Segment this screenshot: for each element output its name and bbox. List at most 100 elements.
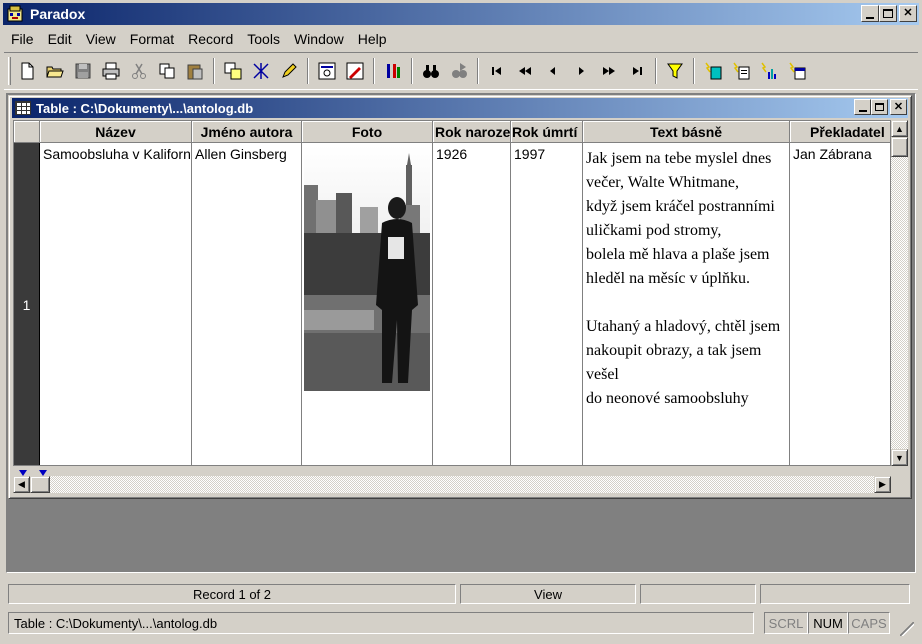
cell-rok-narozeni[interactable]: 1926 — [433, 143, 511, 465]
table-maximize-button[interactable] — [871, 99, 888, 115]
cut-button[interactable] — [127, 59, 151, 83]
quick-chart-icon — [761, 62, 776, 79]
menu-format[interactable]: Format — [123, 31, 181, 47]
main-status-bar: Table : C:\Dokumenty\...\antolog.db SCRL… — [8, 610, 914, 636]
quick-chart-button[interactable] — [757, 59, 781, 83]
toolbar-separator — [213, 58, 215, 84]
design-button[interactable] — [315, 59, 339, 83]
arrow-left-icon: ◀ — [18, 479, 25, 489]
cell-text-basne[interactable]: Jak jsem na tebe myslel dnes večer, Walt… — [583, 143, 790, 465]
menu-window[interactable]: Window — [287, 31, 351, 47]
cell-jmeno-autora[interactable]: Allen Ginsberg — [192, 143, 302, 465]
filter-button[interactable] — [663, 59, 687, 83]
scroll-down-button[interactable]: ▼ — [891, 449, 908, 466]
first-record-icon — [492, 67, 501, 75]
restructure-button[interactable] — [381, 59, 405, 83]
num-lock-indicator: NUM — [808, 612, 848, 634]
save-button[interactable] — [71, 59, 95, 83]
quick-crosstab-icon — [789, 62, 806, 80]
toolbar-separator — [373, 58, 375, 84]
previous-record-icon — [550, 67, 555, 75]
arrow-right-icon: ▶ — [879, 479, 886, 489]
column-header-rok-umrti[interactable]: Rok úmrtí — [511, 121, 583, 143]
quick-report-button[interactable] — [729, 59, 753, 83]
column-header-text-basne[interactable]: Text básně — [583, 121, 790, 143]
caps-lock-indicator: CAPS — [848, 612, 890, 634]
quick-report-icon — [733, 62, 750, 80]
edit-data-button[interactable] — [277, 59, 301, 83]
open-button[interactable] — [43, 59, 67, 83]
scroll-right-button[interactable]: ▶ — [874, 476, 891, 493]
locate-next-icon — [452, 63, 467, 78]
quick-crosstab-button[interactable] — [785, 59, 809, 83]
first-record-button[interactable] — [485, 59, 509, 83]
toolbar-separator — [477, 58, 479, 84]
view-mode: View — [460, 584, 636, 604]
column-header-nazev[interactable]: Název — [40, 121, 192, 143]
new-button[interactable] — [15, 59, 39, 83]
design-form-icon — [318, 62, 336, 80]
app-title: Paradox — [30, 6, 86, 22]
paradox-app-icon[interactable] — [6, 5, 24, 23]
toolbar-separator — [655, 58, 657, 84]
record-marker-icon — [17, 466, 49, 476]
horizontal-scrollbar[interactable]: ◀ ▶ — [13, 476, 891, 493]
next-set-button[interactable] — [597, 59, 621, 83]
vertical-scroll-thumb[interactable] — [891, 137, 908, 157]
cell-prekladatel[interactable]: Jan Zábrana — [790, 143, 890, 465]
resize-grip[interactable] — [900, 622, 914, 636]
next-record-button[interactable] — [569, 59, 593, 83]
quick-form-button[interactable] — [343, 59, 367, 83]
previous-set-button[interactable] — [513, 59, 537, 83]
row-header-corner[interactable] — [14, 121, 40, 143]
menu-edit[interactable]: Edit — [41, 31, 79, 47]
horizontal-scroll-thumb[interactable] — [30, 476, 50, 493]
menu-help[interactable]: Help — [351, 31, 394, 47]
paste-button[interactable] — [183, 59, 207, 83]
menu-file[interactable]: File — [4, 31, 41, 47]
cell-rok-umrti[interactable]: 1997 — [511, 143, 583, 465]
table-window-titlebar[interactable]: Table : C:\Dokumenty\...\antolog.db ✕ — [12, 98, 908, 118]
previous-record-button[interactable] — [541, 59, 565, 83]
cell-foto[interactable] — [302, 143, 433, 465]
printer-icon — [102, 62, 120, 80]
column-header-foto[interactable]: Foto — [302, 121, 433, 143]
row-number[interactable]: 1 — [14, 143, 40, 465]
column-header-rok-narozeni[interactable]: Rok narozen — [433, 121, 511, 143]
toolbar-grip[interactable] — [8, 57, 11, 85]
field-view-button[interactable] — [249, 59, 273, 83]
scroll-up-button[interactable]: ▲ — [891, 120, 908, 137]
copy-to-button[interactable] — [221, 59, 245, 83]
last-record-button[interactable] — [625, 59, 649, 83]
table-close-button[interactable]: ✕ — [890, 99, 907, 115]
minimize-button[interactable] — [861, 5, 879, 22]
menu-tools[interactable]: Tools — [240, 31, 287, 47]
save-disk-icon — [75, 63, 91, 79]
locate-button[interactable] — [419, 59, 443, 83]
column-header-prekladatel[interactable]: Překladatel — [790, 121, 890, 143]
vertical-scrollbar[interactable]: ▲ ▼ — [891, 120, 908, 466]
scroll-left-button[interactable]: ◀ — [13, 476, 30, 493]
minimize-icon — [858, 109, 867, 112]
menu-record[interactable]: Record — [181, 31, 240, 47]
copy-icon — [159, 63, 175, 79]
copy-button[interactable] — [155, 59, 179, 83]
status-panel-empty — [760, 584, 910, 604]
scroll-lock-indicator: SCRL — [764, 612, 808, 634]
print-button[interactable] — [99, 59, 123, 83]
locate-next-button[interactable] — [447, 59, 471, 83]
maximize-button[interactable] — [879, 5, 897, 22]
column-header-jmeno-autora[interactable]: Jméno autora — [192, 121, 302, 143]
table-minimize-button[interactable] — [854, 99, 871, 115]
paste-clipboard-icon — [187, 64, 203, 80]
menu-view[interactable]: View — [79, 31, 123, 47]
table-window-title: Table : C:\Dokumenty\...\antolog.db — [36, 100, 254, 116]
cell-nazev[interactable]: Samoobsluha v Kalifornii — [40, 143, 192, 465]
quick-table-button[interactable] — [701, 59, 725, 83]
filter-funnel-icon — [667, 63, 683, 79]
scissors-icon — [132, 63, 146, 79]
app-titlebar-bar[interactable]: Paradox ✕ — [3, 3, 919, 25]
close-button[interactable]: ✕ — [899, 5, 917, 22]
new-file-icon — [21, 62, 34, 80]
author-photo — [304, 145, 430, 391]
